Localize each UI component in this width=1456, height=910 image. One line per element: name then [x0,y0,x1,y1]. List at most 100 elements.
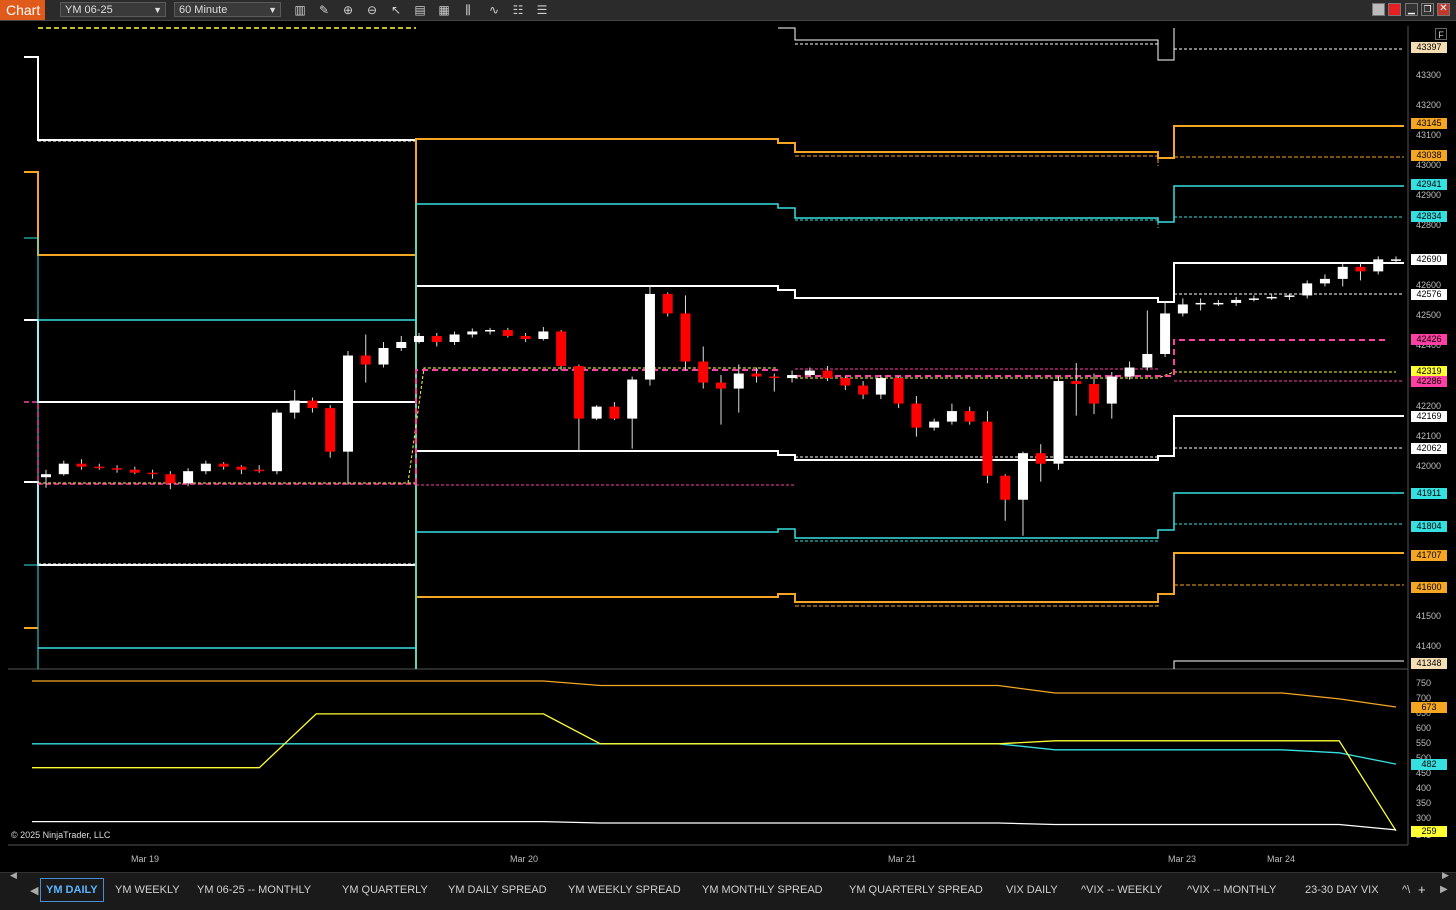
tab-ym-monthly-spread[interactable]: YM MONTHLY SPREAD [702,884,823,896]
date-label: Mar 23 [1168,854,1197,864]
candle-up [1195,302,1206,305]
price-tick-label: 42200 [1416,400,1442,411]
indicator-line [32,743,1397,765]
chart-properties-button[interactable]: F [1435,28,1447,40]
candle-down [662,293,673,314]
indicator-level-tag: 259 [1411,825,1447,837]
candle-up [1160,313,1171,355]
price-level-tag: 43397 [1411,41,1447,53]
tab-vix-weekly[interactable]: ^VIX -- WEEKLY [1081,884,1162,896]
candle-up [449,334,460,342]
tab-ym-weekly-spread[interactable]: YM WEEKLY SPREAD [568,884,681,896]
price-level-tag: 42062 [1411,443,1447,455]
tab-vix-monthly[interactable]: ^VIX -- MONTHLY [1187,884,1276,896]
candle-down [1071,381,1082,385]
scroll-right-icon[interactable]: ▶ [1442,870,1449,881]
tabs-right-icon[interactable]: ▶ [1440,884,1448,895]
tab-vix-daily[interactable]: VIX DAILY [1006,884,1058,896]
candle-up [1053,381,1064,464]
indicator-tick-label: 300 [1416,812,1432,823]
candle-up [1017,453,1028,500]
candle-up [1177,304,1188,314]
price-level-tag: 42834 [1411,211,1447,223]
candle-up [271,412,282,472]
date-label: Mar 21 [888,854,917,864]
indicator-level-tag: 673 [1411,702,1447,713]
indicator-tick-label: 750 [1416,677,1432,688]
candle-up [58,463,69,475]
price-level-tag: 41348 [1411,657,1447,669]
candle-down [502,329,513,336]
candle-down [840,378,851,386]
tab-ym-monthly[interactable]: YM 06-25 -- MONTHLY [197,884,311,896]
candle-up [787,375,798,379]
candle-up [1284,295,1295,297]
add-tab-button[interactable]: + [1418,882,1426,897]
candle-up [929,421,940,428]
tab-overflow[interactable]: ^\ [1402,884,1410,896]
price-tick-label: 43000 [1416,160,1442,171]
candle-down [431,335,442,342]
candle-down [822,370,833,379]
tab-ym-quarterly[interactable]: YM QUARTERLY [342,884,428,896]
tabs-left-icon[interactable]: ◀ [30,884,38,897]
candle-up [1373,259,1384,272]
price-tick-label: 42900 [1416,190,1442,201]
candle-down [716,382,726,389]
date-label: Mar 19 [131,854,160,864]
candle-down [236,466,247,470]
level-lines-white [24,27,1404,669]
price-level-tag: 42941 [1411,178,1447,190]
candle-up [183,471,194,484]
price-level-tag: 41911 [1411,488,1447,500]
candle-down [360,355,371,365]
candle-up [467,331,478,335]
price-level-tag: 41804 [1411,520,1447,532]
tab-ym-daily[interactable]: YM DAILY [46,884,98,896]
tab-ym-quarterly-spread[interactable]: YM QUARTERLY SPREAD [849,884,983,896]
candle-up [1391,259,1401,261]
candle-up [1231,299,1242,303]
candle-up [1302,283,1313,296]
price-tick-label: 43300 [1416,70,1442,81]
tab-23-30-day-vix[interactable]: 23-30 DAY VIX [1305,884,1379,896]
candle-up [538,331,549,339]
price-level-tag: 42690 [1411,254,1447,266]
candle-up [1319,278,1330,284]
candle-up [396,341,407,348]
candle-up [1248,298,1259,300]
candle-down [254,469,265,472]
candle-down [307,400,318,409]
candle-up [1337,266,1348,279]
candle-down [1035,453,1046,464]
tab-ym-daily-spread[interactable]: YM DAILY SPREAD [448,884,547,896]
price-tick-label: 42000 [1416,460,1442,471]
price-chart[interactable] [0,0,1456,909]
candlestick-series [41,256,1401,536]
price-level-tag: 43038 [1411,149,1447,161]
copyright-notice: © 2025 NinjaTrader, LLC [11,830,111,840]
price-tick-label: 42100 [1416,430,1442,441]
indicator-line [32,820,1397,831]
tab-ym-weekly[interactable]: YM WEEKLY [115,884,180,896]
price-level-tag: 41600 [1411,581,1447,593]
candle-down [129,469,140,473]
scroll-left-icon[interactable]: ◀ [10,870,17,881]
indicator-tick-label: 400 [1416,782,1432,793]
price-level-tag: 42286 [1411,375,1447,387]
price-level-tag: 41707 [1411,549,1447,561]
candle-down [680,313,691,362]
candle-down [520,335,531,339]
candle-down [911,403,922,428]
indicator-level-tag: 482 [1411,759,1447,771]
candle-down [982,421,993,476]
price-tick-label: 43200 [1416,100,1442,111]
price-tick-label: 41500 [1416,610,1442,621]
candle-down [147,472,158,475]
indicator-tick-label: 350 [1416,797,1432,808]
level-lines-orange [24,125,1404,669]
candle-up [733,373,744,389]
candle-down [165,474,176,484]
date-label: Mar 20 [510,854,539,864]
candle-down [94,466,105,469]
